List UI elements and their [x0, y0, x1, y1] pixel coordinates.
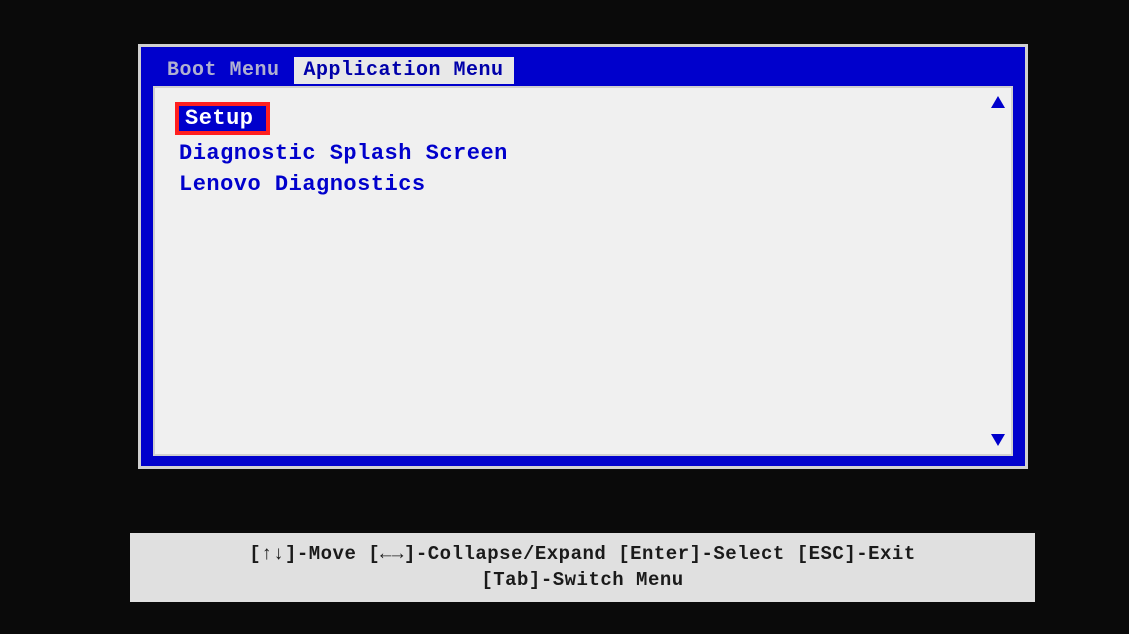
menu-content-pane: Setup Diagnostic Splash Screen Lenovo Di… [153, 86, 1013, 456]
menu-item-setup[interactable]: Setup [175, 102, 270, 135]
scroll-up-icon [991, 96, 1005, 108]
tab-boot-menu[interactable]: Boot Menu [157, 57, 290, 84]
help-line-2: [Tab]-Switch Menu [134, 567, 1031, 594]
scroll-down-icon [991, 434, 1005, 446]
menu-item-diagnostic-splash[interactable]: Diagnostic Splash Screen [175, 139, 991, 168]
bios-main-frame: Boot Menu Application Menu Setup Diagnos… [138, 44, 1028, 469]
menu-item-lenovo-diagnostics[interactable]: Lenovo Diagnostics [175, 170, 991, 199]
help-line-1: [↑↓]-Move [←→]-Collapse/Expand [Enter]-S… [134, 541, 1031, 568]
tab-application-menu[interactable]: Application Menu [294, 57, 514, 84]
tab-bar: Boot Menu Application Menu [145, 51, 1021, 84]
help-bar: [↑↓]-Move [←→]-Collapse/Expand [Enter]-S… [130, 533, 1035, 602]
